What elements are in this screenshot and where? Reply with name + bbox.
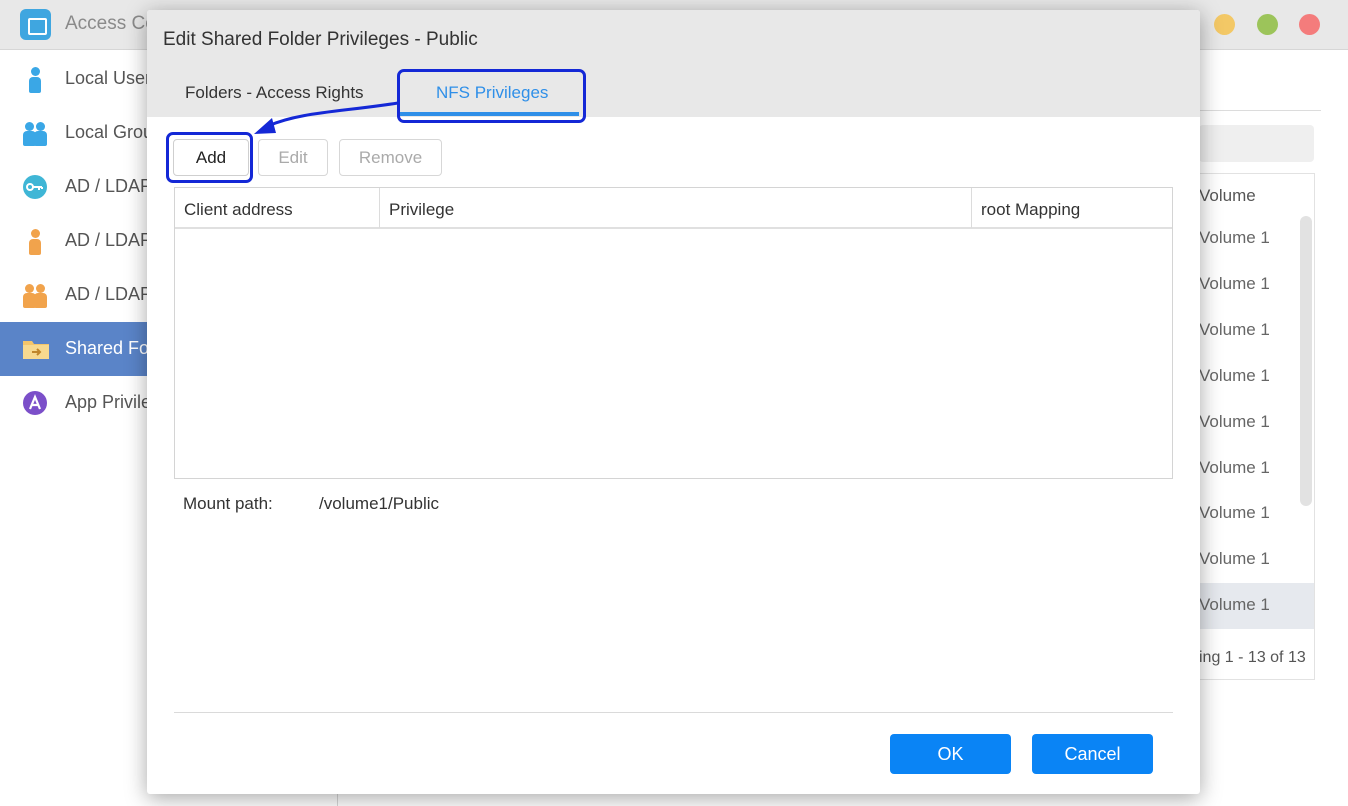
column-header-root-mapping[interactable]: root Mapping	[972, 188, 1172, 228]
dialog-header: Edit Shared Folder Privileges - Public F…	[147, 10, 1200, 117]
tab-nfs-privileges[interactable]: NFS Privileges	[436, 83, 548, 103]
nfs-rules-grid: Client address Privilege root Mapping	[174, 187, 1173, 479]
group-icon	[22, 120, 48, 146]
table-row[interactable]: Volume 1	[1199, 491, 1314, 537]
pagination-info: ing 1 - 13 of 13	[1199, 649, 1306, 666]
column-header-volume[interactable]: Volume	[1199, 186, 1256, 206]
table-row[interactable]: Volume 1	[1199, 354, 1314, 400]
table-row-selected[interactable]: Volume 1	[1199, 583, 1314, 629]
ok-button[interactable]: OK	[890, 734, 1011, 774]
table-row[interactable]: Volume 1	[1199, 216, 1314, 262]
tab-folders-access-rights[interactable]: Folders - Access Rights	[185, 83, 364, 103]
column-header-privilege[interactable]: Privilege	[380, 188, 972, 228]
app-icon	[22, 390, 48, 416]
table-row[interactable]: Volume 1	[1199, 262, 1314, 308]
minimize-button[interactable]	[1214, 14, 1235, 35]
footer-divider	[174, 712, 1173, 713]
add-button[interactable]: Add	[173, 139, 249, 176]
cancel-button[interactable]: Cancel	[1032, 734, 1153, 774]
scrollbar[interactable]	[1300, 216, 1312, 506]
table-row[interactable]: Volume 1	[1199, 537, 1314, 583]
user-icon	[22, 228, 48, 255]
grid-header: Client address Privilege root Mapping	[175, 188, 1172, 229]
table-row[interactable]: Volume 1	[1199, 400, 1314, 446]
edit-privileges-dialog: Edit Shared Folder Privileges - Public F…	[147, 10, 1200, 794]
maximize-button[interactable]	[1257, 14, 1278, 35]
search-input[interactable]	[1199, 125, 1314, 162]
key-icon	[22, 174, 48, 200]
user-icon	[22, 66, 48, 93]
close-button[interactable]	[1299, 14, 1320, 35]
access-control-app-icon	[20, 9, 51, 40]
edit-button[interactable]: Edit	[258, 139, 328, 176]
app-title: Access Co	[65, 13, 156, 34]
mount-path-label: Mount path:	[183, 494, 273, 513]
group-icon	[22, 282, 48, 308]
dialog-title: Edit Shared Folder Privileges - Public	[163, 29, 478, 50]
table-row[interactable]: Volume 1	[1199, 308, 1314, 354]
column-header-client-address[interactable]: Client address	[175, 188, 380, 228]
mount-path-value: /volume1/Public	[319, 494, 440, 513]
active-tab-indicator	[398, 112, 579, 116]
remove-button[interactable]: Remove	[339, 139, 442, 176]
folder-icon	[22, 336, 49, 362]
right-header-divider	[1199, 110, 1321, 111]
table-row[interactable]: Volume 1	[1199, 446, 1314, 492]
